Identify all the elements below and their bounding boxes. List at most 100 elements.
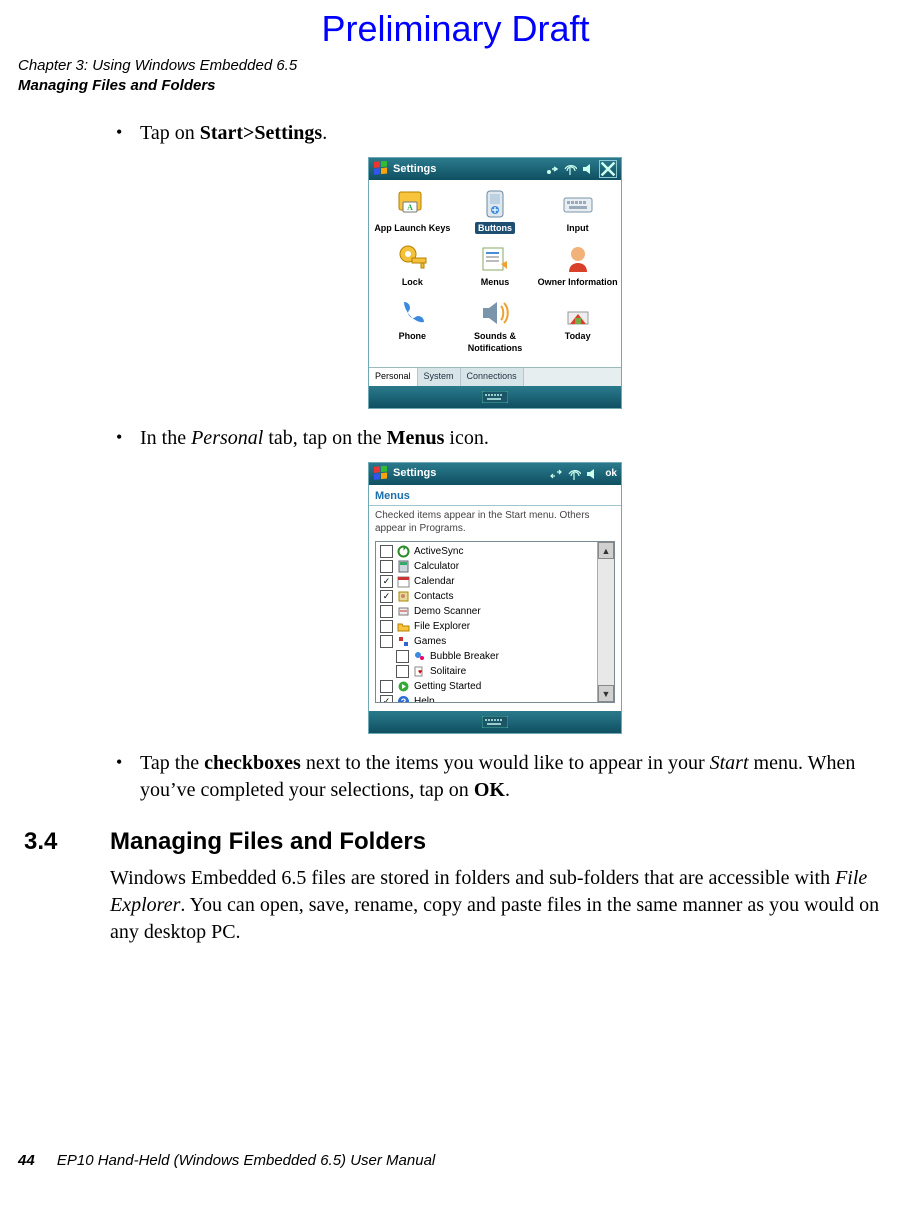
volume-icon[interactable] xyxy=(581,162,595,176)
checkbox[interactable]: ✓ xyxy=(380,590,393,603)
check-item-file-explorer[interactable]: File Explorer xyxy=(376,619,597,634)
checkbox[interactable] xyxy=(380,545,393,558)
check-item-games[interactable]: Games xyxy=(376,634,597,649)
label: Help xyxy=(414,695,435,702)
page-footer: 44 EP10 Hand-Held (Windows Embedded 6.5)… xyxy=(18,1152,435,1169)
check-item-calculator[interactable]: Calculator xyxy=(376,559,597,574)
soft-key-bar xyxy=(369,386,621,408)
text: . xyxy=(322,122,327,144)
start-flag-icon[interactable] xyxy=(373,161,389,177)
signal-icon[interactable] xyxy=(567,467,581,481)
label: Today xyxy=(565,330,591,342)
games-icon xyxy=(397,635,410,648)
check-item-getting-started[interactable]: Getting Started xyxy=(376,679,597,694)
settings-item-app-launch-keys[interactable]: A App Launch Keys xyxy=(371,186,454,236)
header-section: Managing Files and Folders xyxy=(18,76,297,96)
help-icon: ? xyxy=(397,695,410,702)
check-item-activesync[interactable]: ActiveSync xyxy=(376,544,597,559)
text: . You can open, save, rename, copy and p… xyxy=(110,894,879,943)
label: Phone xyxy=(399,330,427,342)
checkbox[interactable] xyxy=(380,635,393,648)
ok-button[interactable]: ok xyxy=(605,467,617,481)
label: Games xyxy=(414,635,446,649)
page-header: Chapter 3: Using Windows Embedded 6.5 Ma… xyxy=(18,56,297,97)
checkbox[interactable] xyxy=(396,665,409,678)
label: ActiveSync xyxy=(414,545,463,559)
section-number: 3.4 xyxy=(24,826,74,858)
volume-icon[interactable] xyxy=(585,467,599,481)
text: Tap on xyxy=(140,122,200,144)
start-flag-icon[interactable] xyxy=(373,466,389,482)
bubble-breaker-icon xyxy=(413,650,426,663)
checkbox[interactable] xyxy=(380,560,393,573)
settings-item-owner-info[interactable]: Owner Information xyxy=(536,240,619,290)
settings-item-today[interactable]: Today xyxy=(536,294,619,356)
section-title: Managing Files and Folders xyxy=(110,826,426,858)
settings-item-buttons[interactable]: Buttons xyxy=(454,186,537,236)
step-start-settings: Tap on Start>Settings. xyxy=(110,120,880,147)
text: icon. xyxy=(444,427,488,449)
connectivity-icon[interactable] xyxy=(549,467,563,481)
text-bold: Start>Settings xyxy=(200,122,323,144)
check-item-solitaire[interactable]: ♥Solitaire xyxy=(376,664,597,679)
keyboard-icon[interactable] xyxy=(482,716,508,728)
label: Contacts xyxy=(414,590,453,604)
text: tab, tap on the xyxy=(263,427,386,449)
check-item-help[interactable]: ✓? Help xyxy=(376,694,597,702)
check-item-demo-scanner[interactable]: Demo Scanner xyxy=(376,604,597,619)
titlebar: Settings ok xyxy=(369,463,621,485)
checkbox[interactable] xyxy=(396,650,409,663)
settings-icon-grid: A App Launch Keys Buttons Input Lock Men… xyxy=(369,180,621,367)
menus-icon xyxy=(477,242,513,276)
checkbox[interactable]: ✓ xyxy=(380,575,393,588)
step-list-3: Tap the checkboxes next to the items you… xyxy=(110,750,880,804)
scroll-up-button[interactable]: ▲ xyxy=(598,542,614,559)
settings-item-input[interactable]: Input xyxy=(536,186,619,236)
step-checkboxes: Tap the checkboxes next to the items you… xyxy=(110,750,880,804)
content-area: Tap on Start>Settings. Settings A App La… xyxy=(110,120,880,956)
text: Tap the xyxy=(140,752,204,774)
tab-personal[interactable]: Personal xyxy=(369,368,418,386)
checklist-container: ActiveSync Calculator ✓Calendar ✓ Contact… xyxy=(375,541,615,703)
owner-info-icon xyxy=(560,242,596,276)
step-menus-icon: In the Personal tab, tap on the Menus ic… xyxy=(110,425,880,452)
window-title: Settings xyxy=(393,162,436,177)
checkbox[interactable]: ✓ xyxy=(380,695,393,702)
settings-item-phone[interactable]: Phone xyxy=(371,294,454,356)
label: Bubble Breaker xyxy=(430,650,499,664)
checkbox[interactable] xyxy=(380,620,393,633)
settings-item-lock[interactable]: Lock xyxy=(371,240,454,290)
label: Demo Scanner xyxy=(414,605,481,619)
label: Input xyxy=(567,222,589,234)
checkbox[interactable] xyxy=(380,680,393,693)
tab-system[interactable]: System xyxy=(418,368,461,386)
text: next to the items you would like to appe… xyxy=(301,752,710,774)
check-item-calendar[interactable]: ✓Calendar xyxy=(376,574,597,589)
label: Owner Information xyxy=(538,276,618,288)
svg-text:♥: ♥ xyxy=(418,669,422,676)
solitaire-icon: ♥ xyxy=(413,665,426,678)
window-title: Settings xyxy=(393,466,436,481)
getting-started-icon xyxy=(397,680,410,693)
section-body: Windows Embedded 6.5 files are stored in… xyxy=(110,865,880,946)
svg-text:A: A xyxy=(407,203,413,212)
text-italic: Personal xyxy=(191,427,263,449)
checklist: ActiveSync Calculator ✓Calendar ✓ Contact… xyxy=(376,542,597,702)
keyboard-icon[interactable] xyxy=(482,391,508,403)
close-button[interactable] xyxy=(599,160,617,178)
settings-item-menus[interactable]: Menus xyxy=(454,240,537,290)
scroll-down-button[interactable]: ▼ xyxy=(598,685,614,702)
text: In the xyxy=(140,427,191,449)
connectivity-icon[interactable] xyxy=(545,162,559,176)
check-item-bubble-breaker[interactable]: Bubble Breaker xyxy=(376,649,597,664)
tab-connections[interactable]: Connections xyxy=(461,368,524,386)
instruction-text: Checked items appear in the Start menu. … xyxy=(369,506,621,541)
checkbox[interactable] xyxy=(380,605,393,618)
scrollbar[interactable]: ▲ ▼ xyxy=(597,542,614,702)
settings-item-sounds[interactable]: Sounds & Notifications xyxy=(454,294,537,356)
signal-icon[interactable] xyxy=(563,162,577,176)
check-item-contacts[interactable]: ✓ Contacts xyxy=(376,589,597,604)
label: Menus xyxy=(481,276,510,288)
text-bold: Menus xyxy=(387,427,445,449)
step-list-2: In the Personal tab, tap on the Menus ic… xyxy=(110,425,880,452)
